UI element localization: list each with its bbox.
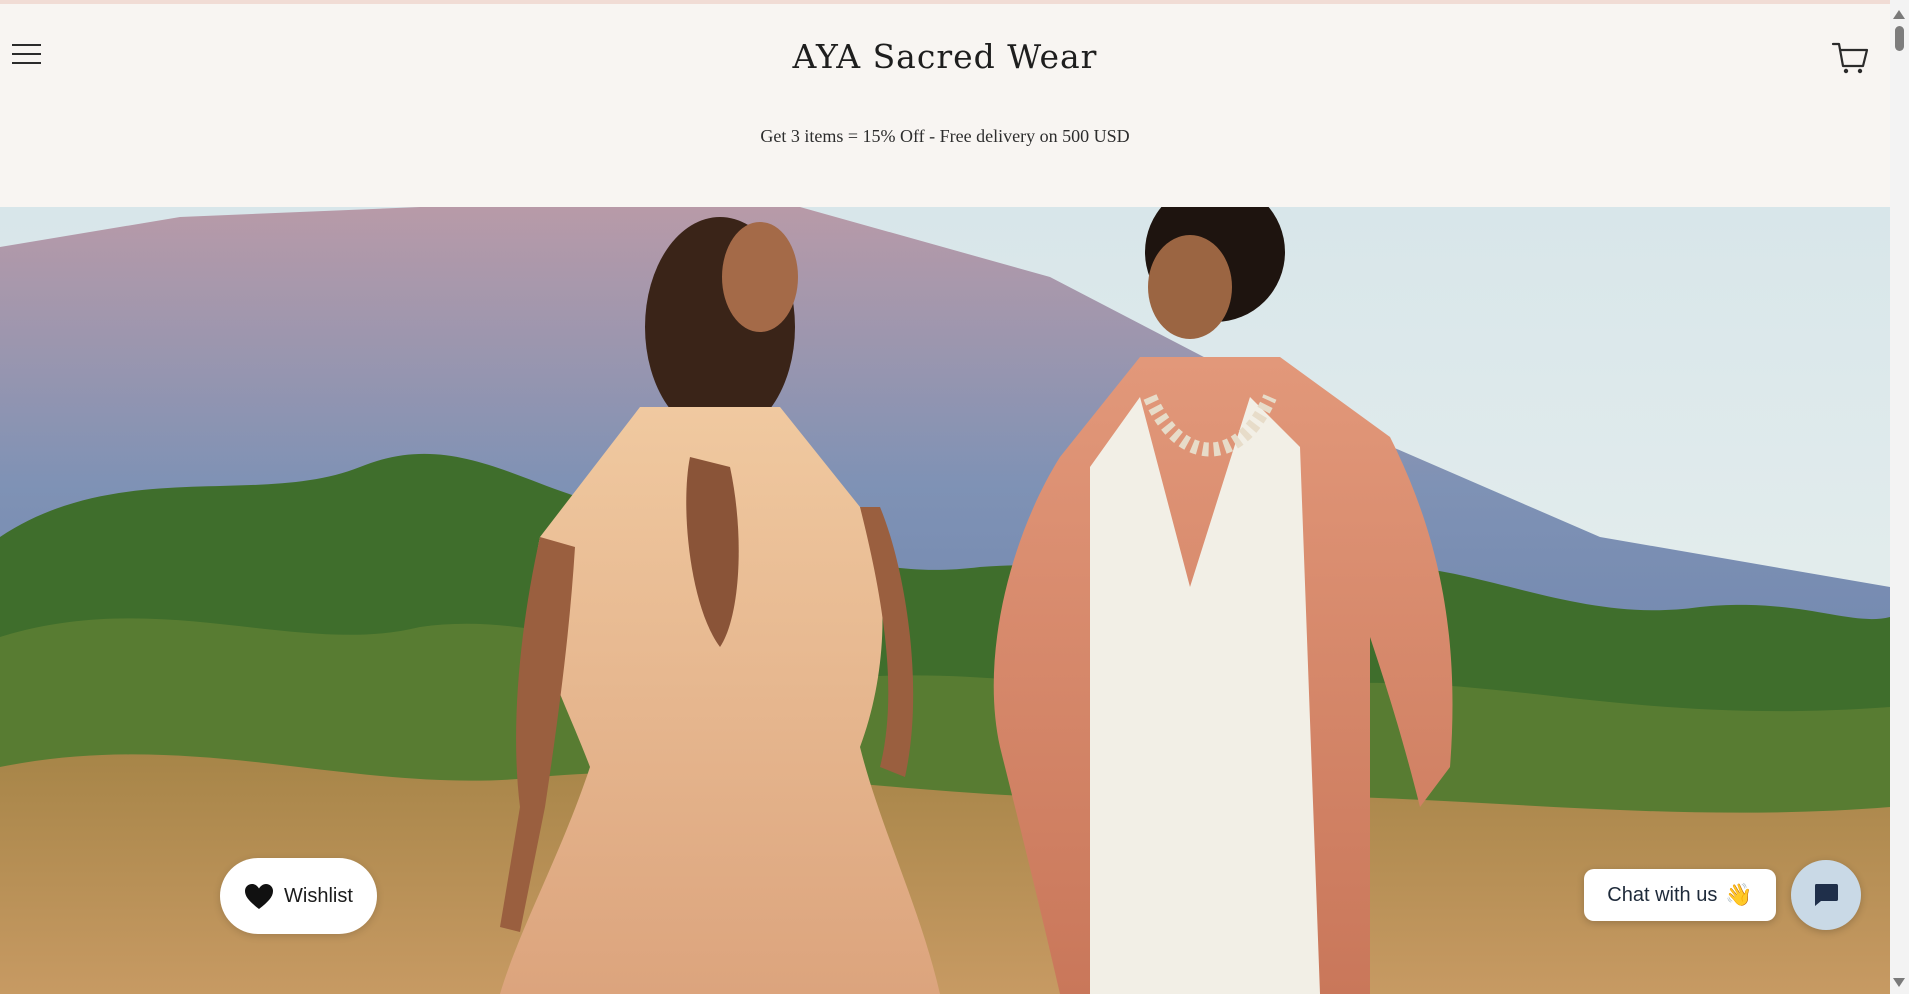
site-header: AYA Sacred Wear Get 3 items = 15% Off - … bbox=[0, 4, 1890, 207]
page-scrollbar[interactable] bbox=[1890, 0, 1909, 994]
brand-logo[interactable]: AYA Sacred Wear bbox=[0, 37, 1890, 76]
cart-button[interactable] bbox=[1831, 40, 1871, 76]
chat-with-us-bubble[interactable]: Chat with us 👋 bbox=[1584, 869, 1776, 921]
wishlist-button[interactable]: Wishlist bbox=[220, 858, 377, 934]
chat-bubble-icon bbox=[1815, 884, 1838, 906]
scroll-thumb[interactable] bbox=[1895, 26, 1904, 51]
wishlist-label: Wishlist bbox=[284, 884, 353, 907]
heart-icon bbox=[245, 883, 274, 909]
waving-hand-icon: 👋 bbox=[1725, 882, 1753, 907]
promo-banner: Get 3 items = 15% Off - Free delivery on… bbox=[760, 126, 1130, 146]
scroll-down-arrow-icon[interactable] bbox=[1893, 978, 1905, 987]
scroll-up-arrow-icon[interactable] bbox=[1893, 10, 1905, 19]
shopping-cart-icon bbox=[1831, 42, 1869, 74]
chat-label: Chat with us bbox=[1607, 883, 1718, 906]
chat-launcher-button[interactable] bbox=[1791, 860, 1861, 930]
